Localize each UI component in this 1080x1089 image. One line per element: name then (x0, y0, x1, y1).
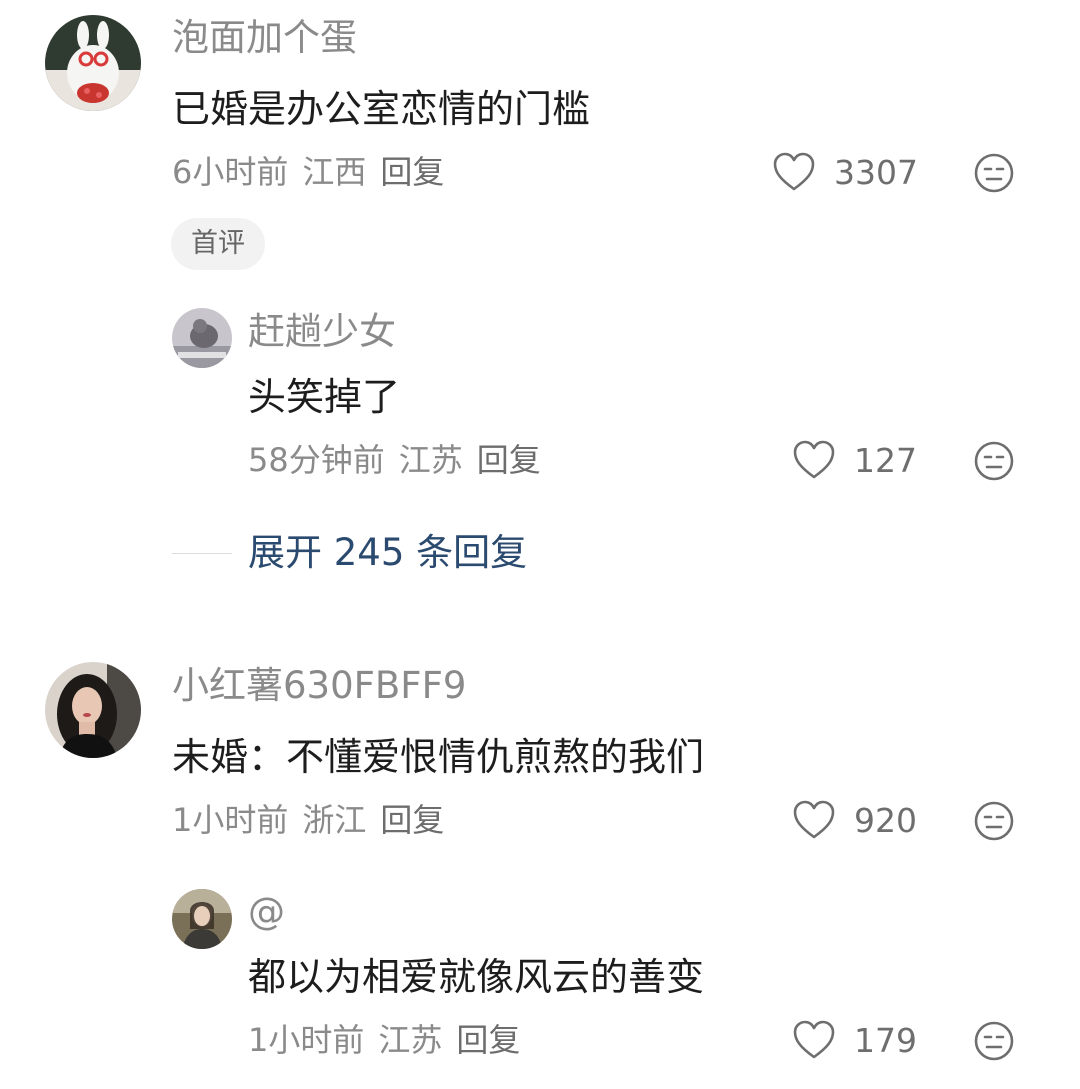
username[interactable]: 泡面加个蛋 (172, 16, 357, 60)
dislike-face-icon[interactable] (973, 800, 1015, 842)
comment-item: 泡面加个蛋 已婚是办公室恋情的门槛 6小时前 江西 回复 3307 首评 赶趟少女 … (0, 0, 1080, 600)
avatar[interactable] (45, 15, 141, 111)
reply-location: 江苏 (398, 441, 463, 479)
reply-text: 头笑掉了 (248, 375, 401, 419)
like-count: 920 (854, 800, 917, 840)
reply-time: 58分钟前 (248, 441, 385, 479)
like-count: 3307 (834, 152, 918, 192)
comment-text: 未婚：不懂爱恨情仇煎熬的我们 (172, 735, 705, 779)
username[interactable]: @ (248, 890, 285, 934)
comment-time: 1小时前 (172, 801, 289, 839)
comment-text: 已婚是办公室恋情的门槛 (172, 87, 591, 131)
heart-icon (793, 800, 835, 839)
like-button[interactable]: 3307 (772, 150, 918, 194)
heart-icon (793, 1020, 835, 1059)
expand-divider (172, 553, 232, 554)
comment-location: 浙江 (302, 801, 367, 839)
username[interactable]: 小红薯630FBFF9 (172, 664, 466, 708)
reply-button[interactable]: 回复 (477, 441, 541, 479)
woman-portrait-avatar-icon (45, 662, 141, 758)
like-button[interactable]: 179 (792, 1018, 917, 1062)
bunny-doll-avatar-icon (45, 15, 141, 111)
like-button[interactable]: 920 (792, 798, 917, 842)
like-count: 179 (854, 1020, 917, 1060)
expand-replies-button[interactable]: 展开 245 条回复 (248, 530, 527, 576)
person-photo-avatar-icon (172, 889, 232, 949)
comment-location: 江西 (302, 153, 367, 191)
reply-button[interactable]: 回复 (456, 1021, 520, 1059)
reply-meta: 58分钟前 江苏 回复 (248, 440, 555, 480)
heart-icon (773, 152, 815, 191)
avatar[interactable] (172, 889, 232, 949)
reply-button[interactable]: 回复 (380, 153, 444, 191)
dislike-face-icon[interactable] (973, 152, 1015, 194)
avatar[interactable] (172, 308, 232, 368)
username[interactable]: 赶趟少女 (248, 310, 396, 354)
reply-button[interactable]: 回复 (380, 801, 444, 839)
comment-meta: 6小时前 江西 回复 (172, 152, 458, 192)
avatar[interactable] (45, 662, 141, 758)
heart-icon (793, 440, 835, 479)
first-comment-badge: 首评 (171, 218, 265, 270)
like-button[interactable]: 127 (792, 438, 917, 482)
comment-meta: 1小时前 浙江 回复 (172, 800, 458, 840)
dislike-face-icon[interactable] (973, 440, 1015, 482)
reply-time: 1小时前 (248, 1021, 365, 1059)
reply-meta: 1小时前 江苏 回复 (248, 1020, 534, 1060)
reply-location: 江苏 (378, 1021, 443, 1059)
dislike-face-icon[interactable] (973, 1020, 1015, 1062)
like-count: 127 (854, 440, 917, 480)
cat-photo-avatar-icon (172, 308, 232, 368)
comment-item: 小红薯630FBFF9 未婚：不懂爱恨情仇煎熬的我们 1小时前 浙江 回复 920 … (0, 640, 1080, 1089)
comment-time: 6小时前 (172, 153, 289, 191)
reply-text: 都以为相爱就像风云的善变 (248, 955, 705, 999)
